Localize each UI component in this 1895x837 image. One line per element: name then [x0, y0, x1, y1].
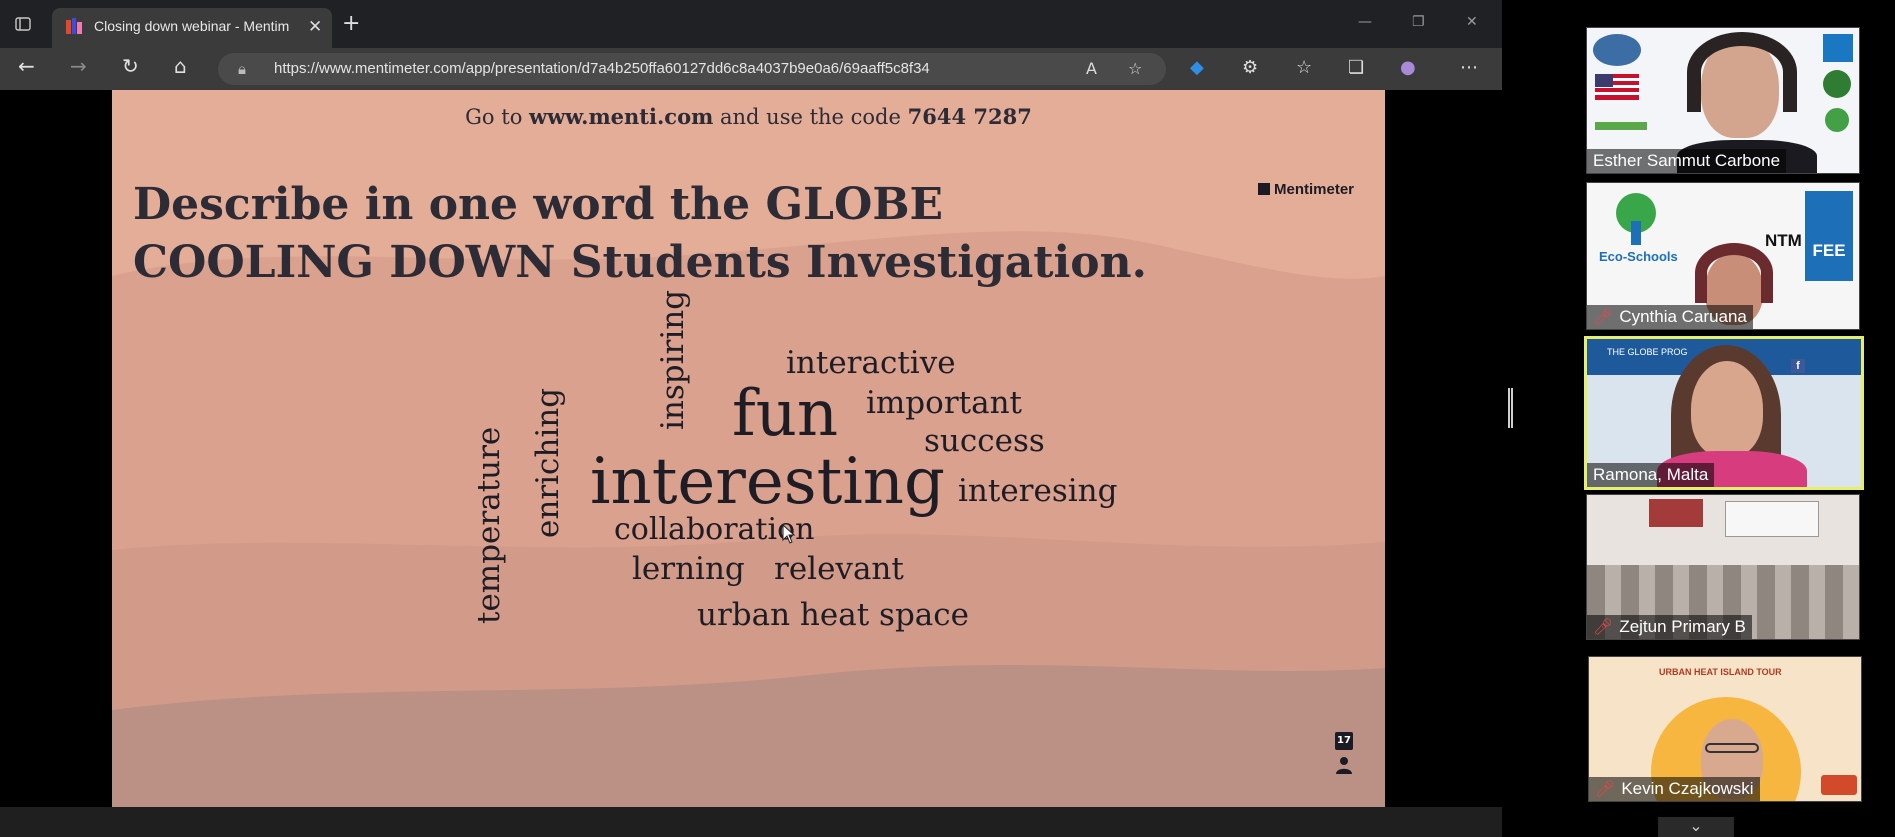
tab-actions-icon[interactable]	[15, 16, 31, 35]
eco-schools-label: Eco-Schools	[1599, 249, 1678, 264]
read-aloud-icon[interactable]: A	[1086, 59, 1097, 78]
participant-name: Ramona, Malta	[1587, 463, 1715, 487]
participant-name-text: Cynthia Caruana	[1619, 307, 1747, 326]
eco-schools-tree-icon	[1616, 193, 1656, 245]
participant-hair	[1687, 32, 1797, 112]
mentimeter-logo-text: Mentimeter	[1274, 181, 1355, 198]
close-window-icon[interactable]: ✕	[1466, 14, 1478, 30]
lock-icon[interactable]: 🔒︎	[238, 60, 246, 78]
participant-tile[interactable]: Eco-Schools NTM FEE 🎤︎ Cynthia Caruana	[1586, 182, 1860, 330]
word-relevant: relevant	[774, 551, 904, 587]
tab-title: Closing down webinar - Mentim	[94, 18, 290, 34]
favorites-icon[interactable]: ☆	[1296, 59, 1312, 77]
join-code: 7644 7287	[907, 104, 1032, 129]
refresh-icon[interactable]: ↻	[122, 56, 139, 76]
participant-name-text: Kevin Czajkowski	[1621, 779, 1754, 798]
participant-face	[1691, 361, 1763, 457]
word-temperature: temperature	[471, 426, 507, 624]
participant-name: 🎤︎ Kevin Czajkowski	[1589, 777, 1760, 801]
presentation-slide: Go to www.menti.com and use the code 764…	[112, 90, 1385, 807]
mic-muted-icon: 🎤︎	[1593, 309, 1614, 326]
join-prefix: Go to	[465, 105, 523, 129]
close-tab-icon[interactable]: ✕	[308, 17, 322, 37]
url-text: https://www.mentimeter.com/app/presentat…	[274, 60, 930, 77]
classroom-poster	[1649, 499, 1703, 527]
profile-avatar-icon[interactable]: ●	[1400, 59, 1416, 77]
word-fun: fun	[732, 377, 839, 451]
classroom-wall	[1587, 495, 1859, 565]
urban-heat-title: URBAN HEAT ISLAND TOUR	[1659, 667, 1782, 677]
facebook-icon: f	[1791, 359, 1805, 373]
word-interactive: interactive	[786, 345, 956, 381]
join-instructions: Go to www.menti.com and use the code 764…	[112, 104, 1385, 129]
bottom-strip	[0, 807, 1502, 837]
home-icon[interactable]: ⌂	[174, 56, 187, 76]
back-icon[interactable]: ←	[18, 56, 35, 76]
flag-logos-icon	[1593, 34, 1647, 130]
participant-tile-speaking[interactable]: THE GLOBE PROG f Ramona, Malta	[1584, 336, 1864, 490]
mentimeter-logo-icon	[1258, 183, 1270, 195]
restore-icon[interactable]: ❐	[1412, 14, 1425, 30]
globe-banner-text: THE GLOBE PROG	[1607, 347, 1688, 357]
extensions-icon[interactable]: ⚙	[1242, 59, 1258, 77]
ntm-label: NTM	[1765, 231, 1802, 250]
address-bar[interactable]: 🔒︎ https://www.mentimeter.com/app/presen…	[218, 53, 1166, 85]
partner-logos-icon	[1823, 34, 1853, 132]
mic-muted-icon: 🎤︎	[1593, 619, 1614, 636]
participant-name-text: Zejtun Primary B	[1619, 617, 1746, 636]
participant-name: 🎤︎ Zejtun Primary B	[1587, 615, 1752, 639]
slide-question: Describe in one word the GLOBE COOLING D…	[133, 179, 1147, 288]
participant-tile[interactable]: URBAN HEAT ISLAND TOUR 🎤︎ Kevin Czajkowsk…	[1588, 656, 1862, 802]
mic-muted-icon: 🎤︎	[1595, 781, 1616, 798]
word-lerning: lerning	[632, 551, 745, 587]
browser-tab[interactable]: Closing down webinar - Mentim ✕	[52, 8, 332, 48]
mentimeter-favicon-icon	[66, 18, 82, 36]
participant-hair	[1695, 243, 1773, 303]
word-important: important	[866, 385, 1022, 421]
bus-graphic	[1821, 775, 1857, 795]
forward-icon[interactable]: →	[70, 56, 87, 76]
word-urban-heat-space: urban heat space	[697, 597, 969, 633]
panel-splitter-handle[interactable]	[1508, 388, 1513, 428]
participant-tile[interactable]: Esther Sammut Carbone	[1586, 27, 1860, 174]
word-enriching: enriching	[530, 387, 566, 538]
participant-person-icon	[1336, 757, 1352, 774]
tab-bar: Closing down webinar - Mentim ✕ + — ❐ ✕	[0, 0, 1502, 48]
collections-icon[interactable]: ❏	[1348, 59, 1364, 77]
classroom-board	[1725, 501, 1819, 537]
word-inspiring: inspiring	[655, 289, 691, 430]
browser-window: Closing down webinar - Mentim ✕ + — ❐ ✕ …	[0, 0, 1502, 807]
new-tab-icon[interactable]: +	[342, 11, 360, 36]
word-interesing: interesing	[958, 473, 1118, 509]
participant-name-text: Ramona, Malta	[1593, 465, 1709, 484]
join-site-link[interactable]: www.menti.com	[529, 104, 713, 129]
minimize-icon[interactable]: —	[1358, 14, 1372, 30]
participant-name: Esther Sammut Carbone	[1587, 149, 1787, 173]
participant-name-text: Esther Sammut Carbone	[1593, 151, 1781, 170]
more-menu-icon[interactable]: ⋯	[1460, 59, 1478, 77]
extension-shield-icon[interactable]: ◆	[1190, 59, 1204, 77]
chevron-down-icon[interactable]: ⌄	[1658, 817, 1734, 837]
fee-label: FEE	[1812, 241, 1846, 260]
join-mid: and use the code	[720, 105, 901, 129]
participant-name: 🎤︎ Cynthia Caruana	[1587, 305, 1753, 329]
fee-logo: FEE	[1805, 191, 1853, 281]
browser-toolbar: ← → ↻ ⌂ 🔒︎ https://www.mentimeter.com/ap…	[0, 48, 1502, 90]
response-count-badge: 17	[1335, 732, 1353, 750]
participant-glasses	[1705, 743, 1759, 753]
mentimeter-logo: Mentimeter	[1258, 181, 1354, 198]
participant-tile[interactable]: 🎤︎ Zejtun Primary B	[1586, 494, 1860, 640]
mouse-cursor-icon	[782, 524, 796, 544]
word-interesting: interesting	[590, 445, 945, 519]
favorite-add-icon[interactable]: ☆	[1128, 59, 1142, 78]
